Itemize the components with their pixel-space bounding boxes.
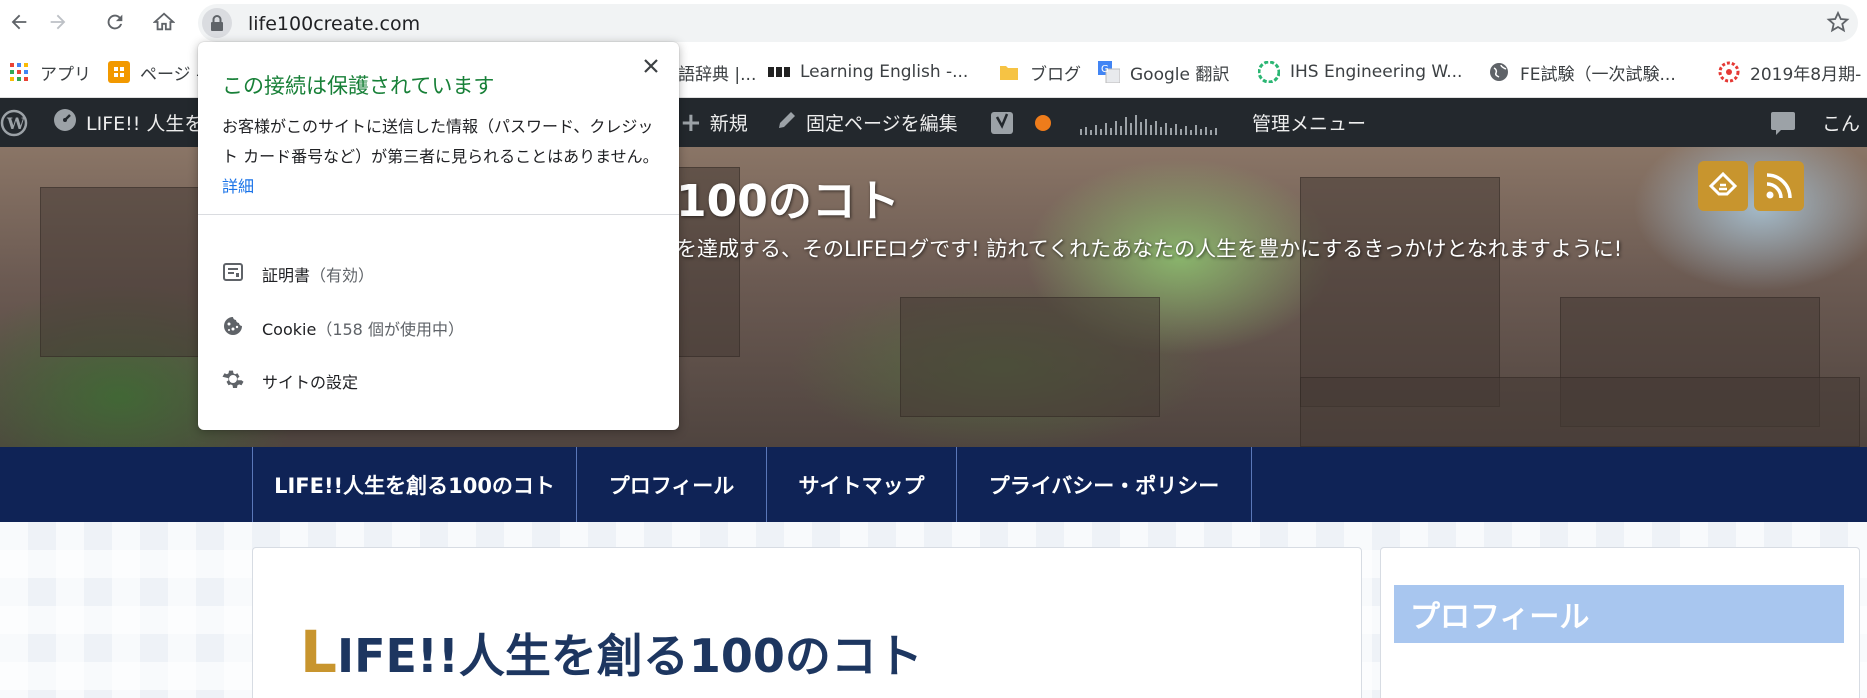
folder-icon (998, 61, 1020, 83)
nav-item-label: プライバシー・ポリシー (988, 473, 1220, 498)
google-translate-icon: G (1098, 61, 1120, 83)
site-title[interactable]: 100のコト (676, 165, 900, 229)
gear-icon (222, 368, 244, 394)
main-navigation: LIFE!!人生を創る100のコト プロフィール サイトマップ プライバシー・ポ… (0, 447, 1867, 522)
nav-item-sitemap[interactable]: サイトマップ (766, 447, 956, 522)
ruin-block (1300, 377, 1860, 447)
cookie-status: （158 個が使用中） (316, 320, 464, 339)
address-bar[interactable]: life100create.com (198, 4, 1858, 42)
bookmark-2019[interactable]: 2019年8月期- (1718, 60, 1867, 84)
sidebar-profile-heading: プロフィール (1394, 585, 1844, 643)
site-info-popup: この接続は保護されています お客様がこのサイトに送信した情報（パスワード、クレジ… (198, 42, 679, 430)
plus-icon: + (680, 107, 702, 138)
url-text[interactable]: life100create.com (248, 13, 420, 35)
svg-text:W: W (6, 114, 26, 133)
bookmark-apps[interactable]: アプリ (8, 60, 91, 85)
bookmark-label: アプリ (40, 64, 91, 85)
close-icon[interactable] (639, 54, 663, 78)
connection-secure-title: この接続は保護されています (222, 74, 495, 98)
connection-secure-description: お客様がこのサイトに送信した情報（パスワード、クレジット カード番号など）が第三… (222, 112, 662, 202)
forward-icon[interactable] (43, 7, 73, 37)
nav-item-label: プロフィール (608, 473, 735, 498)
bookmark-google-translate[interactable]: G Google 翻訳 (1098, 60, 1230, 85)
adminbar-edit-page[interactable]: 固定ページを編集 (776, 98, 958, 147)
article-title-text: IFE!!人生を創る100のコト (336, 629, 923, 683)
adminbar-greeting-label: こん (1822, 113, 1861, 135)
apps-grid-icon (8, 61, 30, 83)
seo-status-dot-icon (1035, 98, 1051, 147)
nav-item-label: LIFE!!人生を創る100のコト (274, 473, 555, 498)
stats-sparkline-icon[interactable] (1080, 98, 1225, 147)
bookmark-blog[interactable]: ブログ (998, 60, 1081, 85)
dashboard-icon (52, 107, 78, 138)
nav-item-label: サイトマップ (798, 473, 925, 498)
adminbar-manage-label: 管理メニュー (1252, 113, 1367, 135)
reload-icon[interactable] (100, 7, 130, 37)
bookmark-label: FE試験（一次試験... (1520, 64, 1676, 85)
bookmark-label: ブログ (1030, 64, 1081, 85)
bbc-icon (768, 61, 790, 83)
bookmark-label: Learning English -... (800, 62, 969, 82)
back-icon[interactable] (4, 7, 34, 37)
bookmark-page[interactable]: ページ - (108, 60, 198, 84)
pencil-icon (776, 109, 798, 136)
adminbar-edit-label: 固定ページを編集 (806, 113, 958, 135)
svg-text:G: G (1101, 64, 1109, 75)
adminbar-site-label: LIFE!! 人生を (86, 113, 204, 135)
rss-icon[interactable] (1754, 161, 1804, 211)
bookmark-label: IHS Engineering W... (1290, 62, 1463, 82)
site-description: を達成する、そのLIFEログです! 訪れてくれたあなたの人生を豊かにするきっかけ… (676, 237, 1623, 261)
bookmark-label: 語辞典 |... (678, 64, 757, 85)
ihs-icon (1258, 61, 1280, 83)
certificate-icon (222, 261, 244, 287)
adminbar-new-label: 新規 (709, 113, 748, 135)
nav-item-home[interactable]: LIFE!!人生を創る100のコト (252, 447, 576, 522)
bookmark-label: ページ - (140, 64, 198, 85)
bookmark-label: 2019年8月期- (1750, 64, 1862, 85)
adminbar-greeting[interactable]: こん (1822, 98, 1860, 147)
article-title[interactable]: LIFE!!人生を創る100のコト (300, 618, 923, 686)
browser-toolbar: life100create.com (0, 0, 1867, 46)
site-settings-label: サイトの設定 (262, 373, 359, 392)
nav-item-profile[interactable]: プロフィール (576, 447, 766, 522)
certificate-status: （有効） (310, 266, 375, 285)
popup-divider (198, 214, 679, 215)
cookie-icon (222, 315, 244, 341)
adminbar-new[interactable]: + 新規 (680, 98, 748, 147)
lock-icon[interactable] (202, 8, 232, 38)
cookie-row[interactable]: Cookie（158 個が使用中） (222, 313, 464, 343)
adminbar-site-name[interactable]: LIFE!! 人生を (52, 98, 203, 147)
certificate-label: 証明書 (262, 266, 311, 285)
ruin-block (1300, 177, 1500, 407)
details-link[interactable]: 詳細 (222, 177, 254, 196)
bookmark-learning-english[interactable]: Learning English -... (768, 60, 968, 84)
wordpress-logo-icon[interactable]: W (0, 98, 28, 147)
bookmark-label: Google 翻訳 (1130, 64, 1230, 85)
adminbar-manage-menu[interactable]: 管理メニュー (1252, 98, 1366, 147)
yoast-seo-icon[interactable] (990, 98, 1014, 147)
home-icon[interactable] (149, 7, 179, 37)
nav-item-privacy-policy[interactable]: プライバシー・ポリシー (956, 447, 1252, 522)
star-icon[interactable] (1826, 10, 1850, 38)
orange-app-icon (108, 61, 130, 83)
description-text: お客様がこのサイトに送信した情報（パスワード、クレジット カード番号など）が第三… (222, 117, 659, 166)
article-title-initial: L (300, 618, 337, 686)
feedly-icon[interactable] (1698, 161, 1748, 211)
red-flower-icon (1718, 61, 1740, 83)
site-settings-row[interactable]: サイトの設定 (222, 366, 358, 396)
cookie-label: Cookie (262, 320, 317, 339)
globe-icon (1488, 61, 1510, 83)
ruin-block (40, 187, 200, 357)
bookmark-dictionary[interactable]: 語辞典 |... (678, 60, 757, 85)
bookmark-ihs[interactable]: IHS Engineering W... (1258, 60, 1462, 84)
comment-icon[interactable] (1770, 98, 1796, 147)
bookmark-fe-exam[interactable]: FE試験（一次試験... (1488, 60, 1676, 85)
ruin-block (900, 297, 1160, 417)
certificate-row[interactable]: 証明書（有効） (222, 259, 374, 289)
